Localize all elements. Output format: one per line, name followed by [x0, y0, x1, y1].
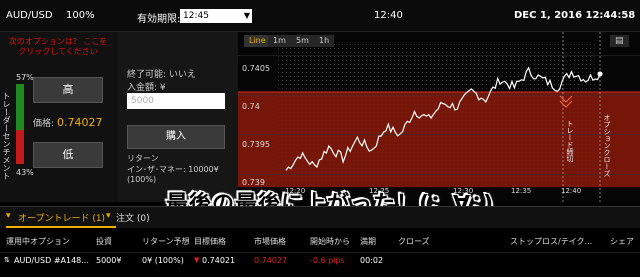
column-header: シェア — [610, 237, 634, 246]
tab-orders[interactable]: 注文 (0) — [116, 211, 150, 224]
asset-pair[interactable]: AUD/USD — [6, 10, 53, 21]
column-header: クローズ — [398, 237, 430, 246]
table-header: 運用中オプション 投資 リターン予想 目標価格 市場価格 開始時から 満期 クロ… — [0, 233, 640, 249]
top-bar: AUD/USD 100% 有効期限: 12:45 ▼ 12:40 DEC 1, … — [0, 0, 640, 32]
down-arrow-icon: ▼ — [194, 256, 200, 264]
timeframe-line[interactable]: Line — [244, 35, 271, 47]
y-tick: 0.74 — [242, 102, 260, 111]
column-header: 投資 — [96, 237, 112, 246]
timeframe-5m[interactable]: 5m — [291, 35, 314, 47]
option-close-label: オプションクローズ — [603, 114, 611, 177]
sentiment-bar — [16, 84, 24, 164]
cell-target-price: 0.74021 — [202, 256, 236, 265]
cell-market-price: 0.74027 — [254, 256, 288, 265]
x-tick: 12:40 — [561, 187, 582, 195]
sentiment-label: トレーダーセンチメント — [2, 92, 11, 180]
cell-option: AUD/USD #A148... — [14, 256, 89, 265]
chevron-down-icon: ▼ — [243, 11, 250, 20]
chart-svg — [238, 32, 640, 202]
left-panel: 次のオプションは？ ここをクリックしてください トレーダーセンチメント 57% … — [0, 32, 118, 202]
cell-investment: 5000¥ — [96, 256, 122, 265]
price-row: 価格: 0.74027 — [33, 116, 103, 129]
price-label: 価格: — [33, 119, 55, 129]
payout-percent: 100% — [66, 10, 95, 21]
column-header: リターン予想 — [142, 237, 190, 246]
chart-menu-icon[interactable]: ▤ — [610, 35, 629, 47]
y-tick: 0.7395 — [242, 140, 270, 149]
cell-expiry: 00:02 — [360, 256, 384, 265]
price-value: 0.74027 — [57, 116, 103, 129]
trade-deadline-label: トレード締切 — [566, 120, 574, 162]
table-row[interactable]: ⇅ AUD/USD #A148... 5000¥ 0¥ (100%) ▼ 0.7… — [0, 252, 640, 270]
column-header: 市場価格 — [254, 237, 286, 246]
column-header: 満期 — [360, 237, 376, 246]
active-tab-underline — [6, 226, 116, 228]
current-time: 12:40 — [374, 10, 403, 21]
expand-icon[interactable]: ▾ — [6, 211, 11, 221]
return-label: リターン — [127, 154, 159, 163]
timeframe-1m[interactable]: 1m — [268, 35, 291, 47]
buy-button[interactable]: 購入 — [127, 125, 225, 149]
trade-panel: 終了可能: いいえ 入金額: ¥ 5000 購入 リターン イン･ザ･マネー: … — [118, 32, 238, 202]
cell-since-open: -0.6 pips — [310, 256, 345, 265]
column-header: ストップロス/テイク... — [510, 237, 593, 246]
low-button[interactable]: 低 — [33, 142, 103, 168]
sentiment-put-fill — [16, 129, 24, 164]
next-option-banner[interactable]: 次のオプションは？ ここをクリックしてください — [8, 37, 108, 57]
column-header: 開始時から — [310, 237, 350, 246]
amount-label: 入金額: ¥ — [127, 83, 166, 93]
expiry-value: 12:45 — [183, 11, 209, 21]
column-header: 運用中オプション — [6, 237, 70, 246]
put-percent: 43% — [16, 168, 34, 177]
tab-open-trades[interactable]: オープントレード (1) — [18, 211, 105, 224]
sort-icon: ⇅ — [4, 256, 10, 264]
call-percent: 57% — [16, 73, 34, 82]
early-close-label: 終了可能: いいえ — [127, 70, 196, 80]
amount-input[interactable]: 5000 — [127, 93, 225, 109]
expand-icon[interactable]: ▾ — [106, 211, 111, 221]
return-value: イン･ザ･マネー: 10000¥ (100%) — [127, 165, 219, 184]
expiry-label: 有効期限: — [137, 14, 181, 25]
column-header: 目標価格 — [194, 237, 226, 246]
timeframe-1h[interactable]: 1h — [314, 35, 335, 47]
price-chart[interactable]: Line 1m 5m 1h ▤ 0.7405 0.74 0.7395 0.739… — [238, 32, 640, 202]
cell-expected-return: 0¥ (100%) — [142, 256, 184, 265]
expiry-select[interactable]: 12:45 ▼ — [180, 9, 252, 23]
x-tick: 12:35 — [511, 187, 532, 195]
bottom-tabs: ▾ オープントレード (1) ▾ 注文 (0) — [0, 206, 640, 228]
datetime: DEC 1, 2016 12:44:58 — [514, 10, 636, 21]
y-tick: 0.7405 — [242, 64, 270, 73]
high-button[interactable]: 高 — [33, 77, 103, 103]
last-price-point — [597, 71, 603, 77]
